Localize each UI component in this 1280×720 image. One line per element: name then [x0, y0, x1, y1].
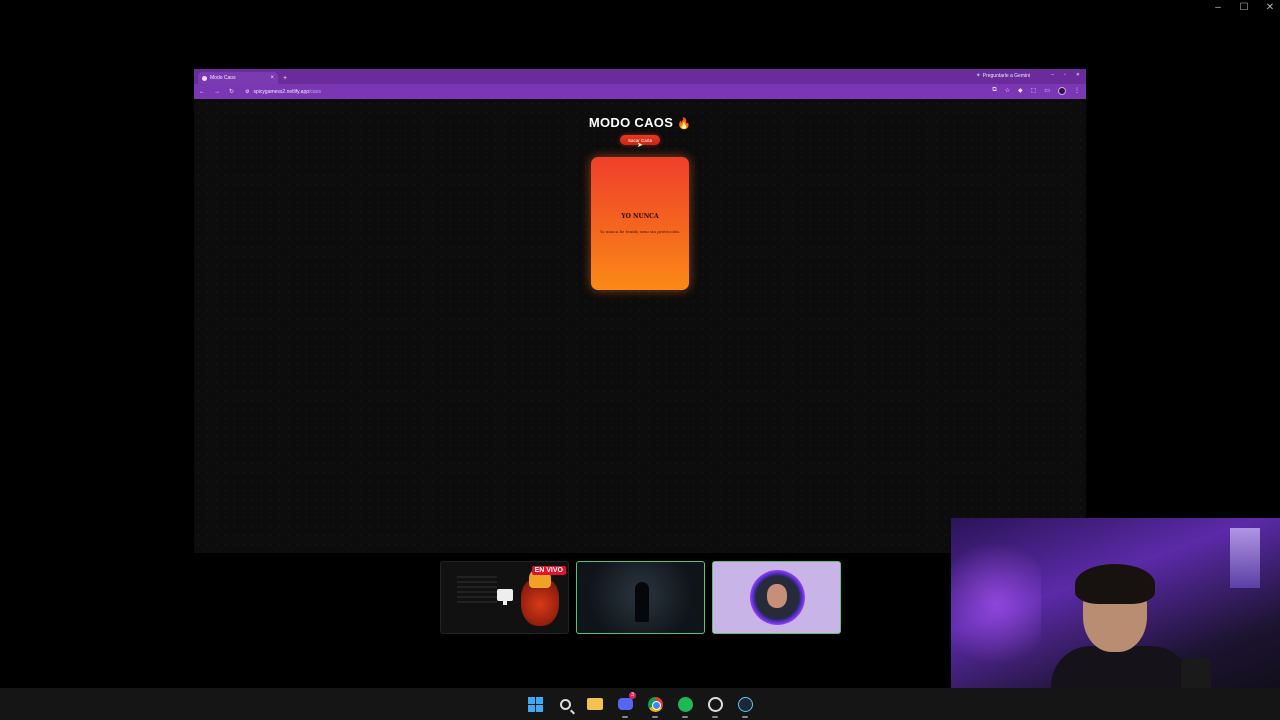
taskbar-file-explorer[interactable] [586, 695, 604, 713]
translate-icon[interactable]: ⧉ [992, 87, 996, 95]
background-lamp [1230, 528, 1260, 588]
chili-mascot-icon [521, 568, 559, 626]
chat-lines [457, 576, 497, 606]
windows-logo-icon [527, 696, 543, 712]
sidebar-icon[interactable]: ▭ [1044, 87, 1050, 95]
profile-avatar[interactable] [1058, 87, 1066, 95]
discord-notification-badge: 3 [629, 692, 636, 699]
tab-title: Modo Caos [210, 75, 236, 81]
browser-minimize-icon[interactable]: – [1051, 72, 1054, 78]
taskbar-search[interactable] [556, 695, 574, 713]
tab-bar: Modo Caos × + ✦ Preguntarle a Gemini – ▫… [194, 69, 1086, 84]
back-icon[interactable]: ← [199, 89, 205, 95]
tab-modo-caos[interactable]: Modo Caos × [198, 72, 278, 84]
game-card: YO NUNCA Yo nunca he tenido sexo sin pro… [591, 157, 689, 290]
steam-icon [737, 696, 753, 712]
desktop: – ☐ ✕ Modo Caos × + ✦ Preguntarle a Gemi… [0, 0, 1280, 720]
streamer-hair [1075, 564, 1155, 604]
monitor-icon [497, 589, 513, 605]
mouse-cursor-icon: ➤ [637, 142, 643, 149]
page-title: MODO CAOS 🔥 [194, 115, 1086, 130]
gemini-label: Preguntarle a Gemini [982, 72, 1030, 79]
url-host: spicygamess2.netlify.app [253, 88, 310, 95]
site-info-icon[interactable]: ⚙ [245, 89, 249, 95]
fire-icon: 🔥 [677, 118, 692, 130]
start-button[interactable] [526, 695, 544, 713]
live-badge: EN VIVO [531, 566, 566, 575]
page-title-text: MODO CAOS [588, 115, 674, 130]
discord-icon [617, 698, 633, 710]
maximize-icon[interactable]: ☐ [1238, 2, 1250, 13]
taskbar-discord[interactable]: 3 [616, 692, 636, 718]
card-title: YO NUNCA [621, 213, 659, 220]
camera-thumbnail[interactable] [576, 561, 705, 634]
browser-restore-icon[interactable]: ▫ [1064, 72, 1066, 78]
address-bar[interactable]: ⚙ spicygamess2.netlify.app/caos [245, 89, 321, 95]
page-content: MODO CAOS 🔥 Sacar Carta ➤ YO NUNCA Yo nu… [194, 99, 1086, 553]
obs-icon [707, 696, 723, 712]
app-window-controls: – ☐ ✕ [1212, 2, 1276, 13]
browser-window: Modo Caos × + ✦ Preguntarle a Gemini – ▫… [194, 69, 1086, 553]
card-text: Yo nunca he tenido sexo sin protección. [599, 229, 681, 234]
gemini-button[interactable]: ✦ Preguntarle a Gemini [975, 72, 1030, 80]
led-glow [951, 528, 1041, 678]
url-path: /caos [309, 88, 321, 95]
avatar-face [767, 584, 787, 608]
taskbar-obs[interactable] [706, 695, 724, 718]
reload-icon[interactable]: ↻ [229, 88, 234, 95]
avatar-thumbnail[interactable] [712, 561, 841, 634]
stream-thumbnail[interactable]: EN VIVO [440, 561, 569, 634]
minimize-icon[interactable]: – [1212, 2, 1224, 13]
folder-icon [587, 698, 603, 710]
forward-icon[interactable]: → [214, 89, 220, 95]
taskbar: 3 [0, 688, 1280, 720]
extensions-puzzle-icon[interactable]: ⬚ [1031, 87, 1037, 95]
person-silhouette [635, 582, 649, 622]
chrome-icon [647, 696, 663, 712]
tab-close-icon[interactable]: × [270, 75, 274, 81]
browser-toolbar: ← → ↻ ⚙ spicygamess2.netlify.app/caos ⧉ … [194, 84, 1086, 99]
extension-diamond-icon[interactable]: ◆ [1018, 87, 1023, 95]
browser-window-controls: – ▫ ✕ [1051, 72, 1080, 78]
bookmark-star-icon[interactable]: ☆ [1005, 87, 1010, 95]
taskbar-spotify[interactable] [676, 695, 694, 718]
gemini-spark-icon: ✦ [975, 73, 981, 79]
taskbar-chrome[interactable] [646, 695, 664, 718]
spotify-icon [677, 696, 693, 712]
search-icon [559, 698, 571, 710]
favicon-icon [202, 75, 207, 81]
menu-kebab-icon[interactable]: ⋮ [1074, 87, 1080, 95]
window-thumbnails: EN VIVO [440, 561, 841, 634]
close-icon[interactable]: ✕ [1264, 2, 1276, 13]
toolbar-actions: ⧉ ☆ ◆ ⬚ ▭ ⋮ [992, 87, 1080, 95]
browser-close-icon[interactable]: ✕ [1076, 72, 1080, 78]
new-tab-icon[interactable]: + [283, 72, 287, 84]
taskbar-steam[interactable] [736, 695, 754, 718]
